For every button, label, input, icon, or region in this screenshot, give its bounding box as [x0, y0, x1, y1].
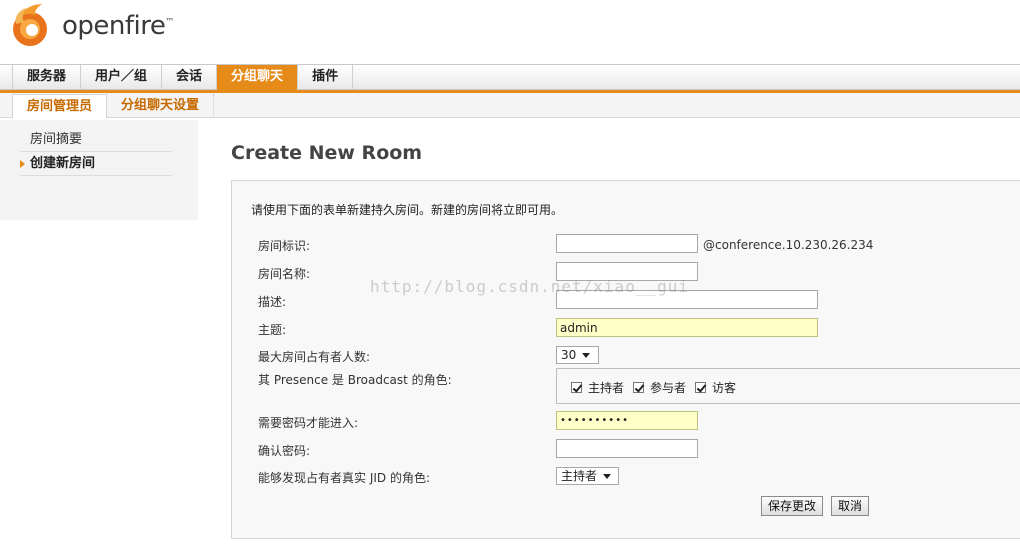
tab-plugins[interactable]: 插件	[298, 65, 354, 90]
max-occupants-value: 30	[561, 348, 577, 362]
chevron-down-icon	[582, 353, 591, 358]
room-id-label: 房间标识:	[258, 239, 311, 253]
role-participant-checkbox[interactable]: 参与者	[633, 379, 686, 396]
discover-jid-value: 主持者	[561, 469, 598, 483]
broadcast-roles-box: 主持者 参与者 访客	[556, 368, 1020, 404]
checkbox-checked-icon	[571, 382, 582, 393]
sidebar-item-label: 创建新房间	[30, 156, 96, 171]
subtab-group-chat-settings[interactable]: 分组聊天设置	[107, 94, 215, 118]
room-name-label: 房间名称:	[258, 267, 311, 281]
discover-jid-select[interactable]: 主持者	[556, 467, 619, 485]
tab-users-groups[interactable]: 用户／组	[81, 65, 163, 90]
header: openfire™	[0, 0, 1020, 64]
max-occupants-select[interactable]: 30	[556, 346, 599, 364]
logo-text: openfire™	[62, 11, 174, 41]
sidebar: 房间摘要 创建新房间	[0, 120, 198, 220]
checkbox-checked-icon	[695, 382, 706, 393]
broadcast-roles-label: 其 Presence 是 Broadcast 的角色:	[258, 373, 452, 387]
sidebar-item-create-room[interactable]: 创建新房间	[20, 152, 172, 176]
main-nav: 服务器 用户／组 会话 分组聊天 插件	[0, 64, 1020, 90]
role-moderator-checkbox[interactable]: 主持者	[571, 379, 624, 396]
password-input[interactable]	[556, 411, 698, 430]
sidebar-item-label: 房间摘要	[30, 132, 83, 147]
tab-server[interactable]: 服务器	[13, 65, 82, 90]
create-room-form: 请使用下面的表单新建持久房间。新建的房间将立即可用。 房间标识: @confer…	[231, 180, 1020, 539]
subject-input[interactable]	[556, 318, 818, 337]
confirm-password-input[interactable]	[556, 439, 698, 458]
main-content: Create New Room 请使用下面的表单新建持久房间。新建的房间将立即可…	[198, 120, 1020, 551]
tab-sessions[interactable]: 会话	[162, 65, 218, 90]
subject-label: 主题:	[258, 323, 287, 337]
room-id-input[interactable]	[556, 234, 698, 253]
sub-nav: 房间管理员 分组聊天设置	[0, 90, 1020, 118]
sidebar-item-room-summary[interactable]: 房间摘要	[20, 128, 172, 152]
password-label: 需要密码才能进入:	[258, 416, 359, 430]
page-title: Create New Room	[231, 142, 423, 164]
openfire-logo-icon	[13, 4, 47, 46]
cancel-button[interactable]: 取消	[831, 496, 870, 516]
subtab-room-admin[interactable]: 房间管理员	[12, 94, 108, 118]
active-arrow-icon	[20, 160, 25, 168]
form-intro: 请使用下面的表单新建持久房间。新建的房间将立即可用。	[251, 203, 564, 217]
max-occupants-label: 最大房间占有者人数:	[258, 350, 371, 364]
save-button[interactable]: 保存更改	[761, 496, 824, 516]
room-id-suffix: @conference.10.230.26.234	[703, 238, 874, 252]
subnav-accent-line	[0, 90, 1020, 93]
room-name-input[interactable]	[556, 262, 698, 281]
checkbox-checked-icon	[633, 382, 644, 393]
description-input[interactable]	[556, 290, 818, 309]
role-visitor-checkbox[interactable]: 访客	[695, 379, 736, 396]
tab-group-chat[interactable]: 分组聊天	[217, 65, 299, 90]
discover-jid-label: 能够发现占有者真实 JID 的角色:	[258, 471, 430, 485]
chevron-down-icon	[603, 474, 612, 479]
confirm-password-label: 确认密码:	[258, 444, 311, 458]
description-label: 描述:	[258, 295, 287, 309]
